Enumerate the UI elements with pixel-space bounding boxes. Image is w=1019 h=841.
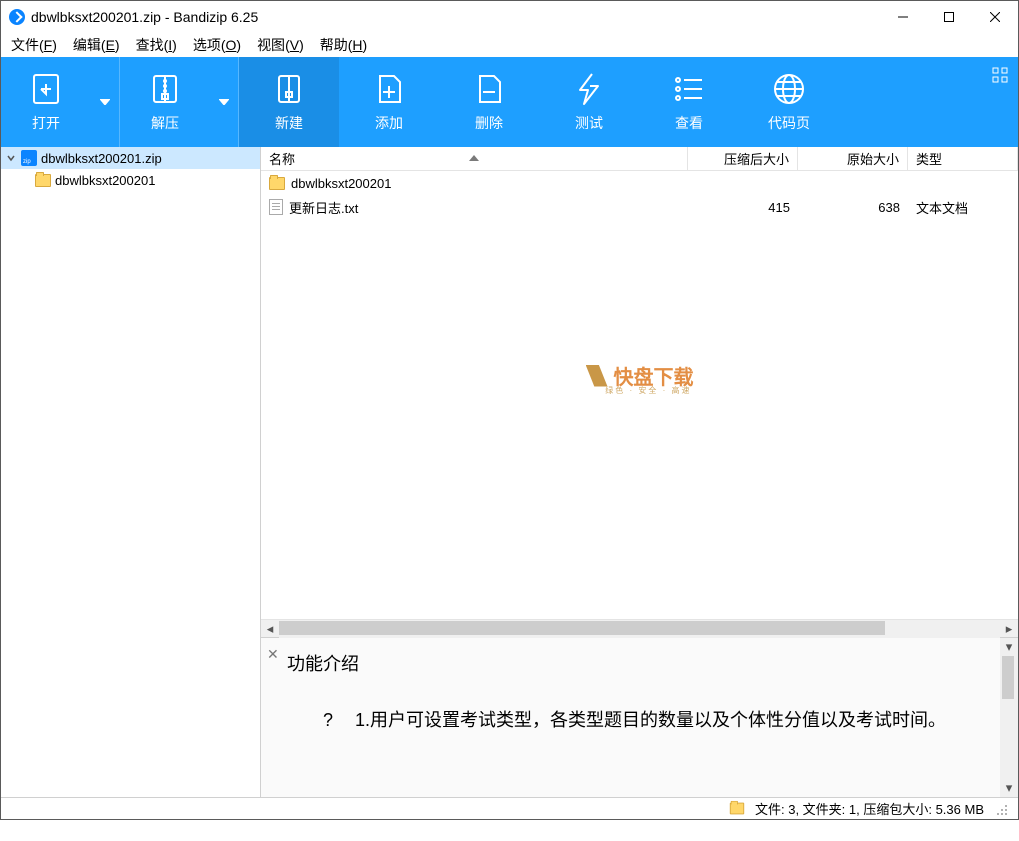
scroll-right-icon[interactable]: ▸	[1000, 620, 1018, 638]
toolbar-open-button[interactable]: 打开	[1, 57, 91, 147]
column-compressed-label: 压缩后大小	[724, 149, 789, 168]
zip-icon	[21, 150, 37, 166]
menubar: 文件(F) 编辑(E) 查找(I) 选项(O) 视图(V) 帮助(H)	[1, 33, 1018, 57]
scroll-track[interactable]	[279, 620, 1000, 638]
toolbar-codepage-button[interactable]: 代码页	[739, 57, 839, 147]
scroll-left-icon[interactable]: ◂	[261, 620, 279, 638]
column-name[interactable]: 名称	[261, 147, 688, 170]
new-icon	[271, 71, 307, 107]
column-type-label: 类型	[916, 149, 942, 168]
list-header: 名称 压缩后大小 原始大小 类型	[261, 147, 1018, 171]
toolbar: 打开 解压 新建 添加 删除 测试 查看	[1, 57, 1018, 147]
list-body: dbwlbksxt200201 更新日志.txt 415 638 文本文档 快盘…	[261, 171, 1018, 619]
toolbar-delete-button[interactable]: 删除	[439, 57, 539, 147]
watermark-logo-icon	[586, 365, 608, 387]
watermark-text: 快盘下载	[614, 361, 694, 390]
sidebar-tree: dbwlbksxt200201.zip dbwlbksxt200201	[1, 147, 261, 797]
menu-edit[interactable]: 编辑(E)	[71, 33, 122, 57]
window-controls	[880, 1, 1018, 33]
text-file-icon	[269, 199, 283, 215]
menu-option[interactable]: 选项(O)	[191, 33, 243, 57]
folder-icon	[35, 174, 51, 187]
folder-icon	[730, 803, 744, 815]
list-row[interactable]: 更新日志.txt 415 638 文本文档	[261, 195, 1018, 219]
titlebar: dbwlbksxt200201.zip - Bandizip 6.25	[1, 1, 1018, 33]
menu-find[interactable]: 查找(I)	[134, 33, 179, 57]
preview-scrollbar[interactable]: ▾ ▾	[1000, 638, 1018, 797]
column-compressed[interactable]: 压缩后大小	[688, 147, 798, 170]
toolbar-open-dropdown[interactable]	[91, 57, 119, 147]
tree-child-label: dbwlbksxt200201	[55, 173, 155, 188]
sort-asc-icon	[469, 149, 479, 164]
column-original-label: 原始大小	[847, 149, 899, 168]
menu-help[interactable]: 帮助(H)	[318, 33, 369, 57]
preview-content: 功能介绍 ?1.用户可设置考试类型，各类型题目的数量以及个体性分值以及考试时间。	[283, 638, 1000, 797]
scroll-up-icon[interactable]: ▾	[1000, 638, 1018, 656]
toolbar-view-button[interactable]: 查看	[639, 57, 739, 147]
main-panel: 名称 压缩后大小 原始大小 类型 dbwlbksxt200201 更新日志.tx…	[261, 147, 1018, 797]
add-icon	[371, 71, 407, 107]
toolbar-delete-label: 删除	[475, 113, 503, 133]
row-name: 更新日志.txt	[289, 198, 358, 217]
scroll-thumb[interactable]	[1002, 656, 1014, 699]
toolbar-overflow-button[interactable]	[992, 67, 1008, 86]
row-compressed: 415	[688, 200, 798, 215]
column-original[interactable]: 原始大小	[798, 147, 908, 170]
menu-file[interactable]: 文件(F)	[9, 33, 59, 57]
window-title: dbwlbksxt200201.zip - Bandizip 6.25	[31, 9, 880, 25]
status-text: 文件: 3, 文件夹: 1, 压缩包大小: 5.36 MB	[755, 799, 984, 818]
column-name-label: 名称	[269, 149, 295, 168]
preview-close-button[interactable]: ✕	[261, 638, 283, 797]
toolbar-extract-label: 解压	[151, 113, 179, 133]
list-row[interactable]: dbwlbksxt200201	[261, 171, 1018, 195]
toolbar-new-label: 新建	[275, 113, 303, 133]
tree-root-label: dbwlbksxt200201.zip	[41, 151, 162, 166]
toolbar-add-label: 添加	[375, 113, 403, 133]
scroll-track[interactable]	[1000, 656, 1018, 779]
resize-grip[interactable]	[994, 802, 1008, 816]
toolbar-extract-dropdown[interactable]	[210, 57, 238, 147]
view-icon	[671, 71, 707, 107]
row-original: 638	[798, 200, 908, 215]
preview-paragraph: ?1.用户可设置考试类型，各类型题目的数量以及个体性分值以及考试时间。	[287, 702, 982, 740]
close-button[interactable]	[972, 1, 1018, 33]
toolbar-new-button[interactable]: 新建	[239, 57, 339, 147]
codepage-icon	[771, 71, 807, 107]
tree-root[interactable]: dbwlbksxt200201.zip	[1, 147, 260, 169]
folder-icon	[269, 177, 285, 190]
scroll-thumb[interactable]	[279, 621, 885, 635]
extract-icon	[147, 71, 183, 107]
collapse-icon[interactable]	[5, 152, 17, 164]
open-icon	[28, 71, 64, 107]
tree-child[interactable]: dbwlbksxt200201	[1, 169, 260, 191]
scroll-down-icon[interactable]: ▾	[1000, 779, 1018, 797]
toolbar-view-label: 查看	[675, 113, 703, 133]
column-type[interactable]: 类型	[908, 147, 1018, 170]
toolbar-test-label: 测试	[575, 113, 603, 133]
watermark-sub: 绿色 · 安全 · 高速	[605, 385, 691, 396]
app-icon	[9, 9, 25, 25]
main-window: dbwlbksxt200201.zip - Bandizip 6.25 文件(F…	[0, 0, 1019, 820]
row-type: 文本文档	[908, 198, 1018, 217]
toolbar-test-button[interactable]: 测试	[539, 57, 639, 147]
toolbar-add-button[interactable]: 添加	[339, 57, 439, 147]
test-icon	[571, 71, 607, 107]
delete-icon	[471, 71, 507, 107]
watermark: 快盘下载 绿色 · 安全 · 高速	[586, 361, 694, 390]
toolbar-codepage-label: 代码页	[768, 113, 810, 133]
statusbar: 文件: 3, 文件夹: 1, 压缩包大小: 5.36 MB	[1, 797, 1018, 819]
row-name: dbwlbksxt200201	[291, 176, 391, 191]
preview-title: 功能介绍	[287, 650, 982, 676]
preview-pane: ✕ 功能介绍 ?1.用户可设置考试类型，各类型题目的数量以及个体性分值以及考试时…	[261, 637, 1018, 797]
toolbar-extract-button[interactable]: 解压	[120, 57, 210, 147]
minimize-button[interactable]	[880, 1, 926, 33]
maximize-button[interactable]	[926, 1, 972, 33]
menu-view[interactable]: 视图(V)	[255, 33, 306, 57]
toolbar-open-label: 打开	[32, 113, 60, 133]
horizontal-scrollbar[interactable]: ◂ ▸	[261, 619, 1018, 637]
body: dbwlbksxt200201.zip dbwlbksxt200201 名称 压…	[1, 147, 1018, 797]
